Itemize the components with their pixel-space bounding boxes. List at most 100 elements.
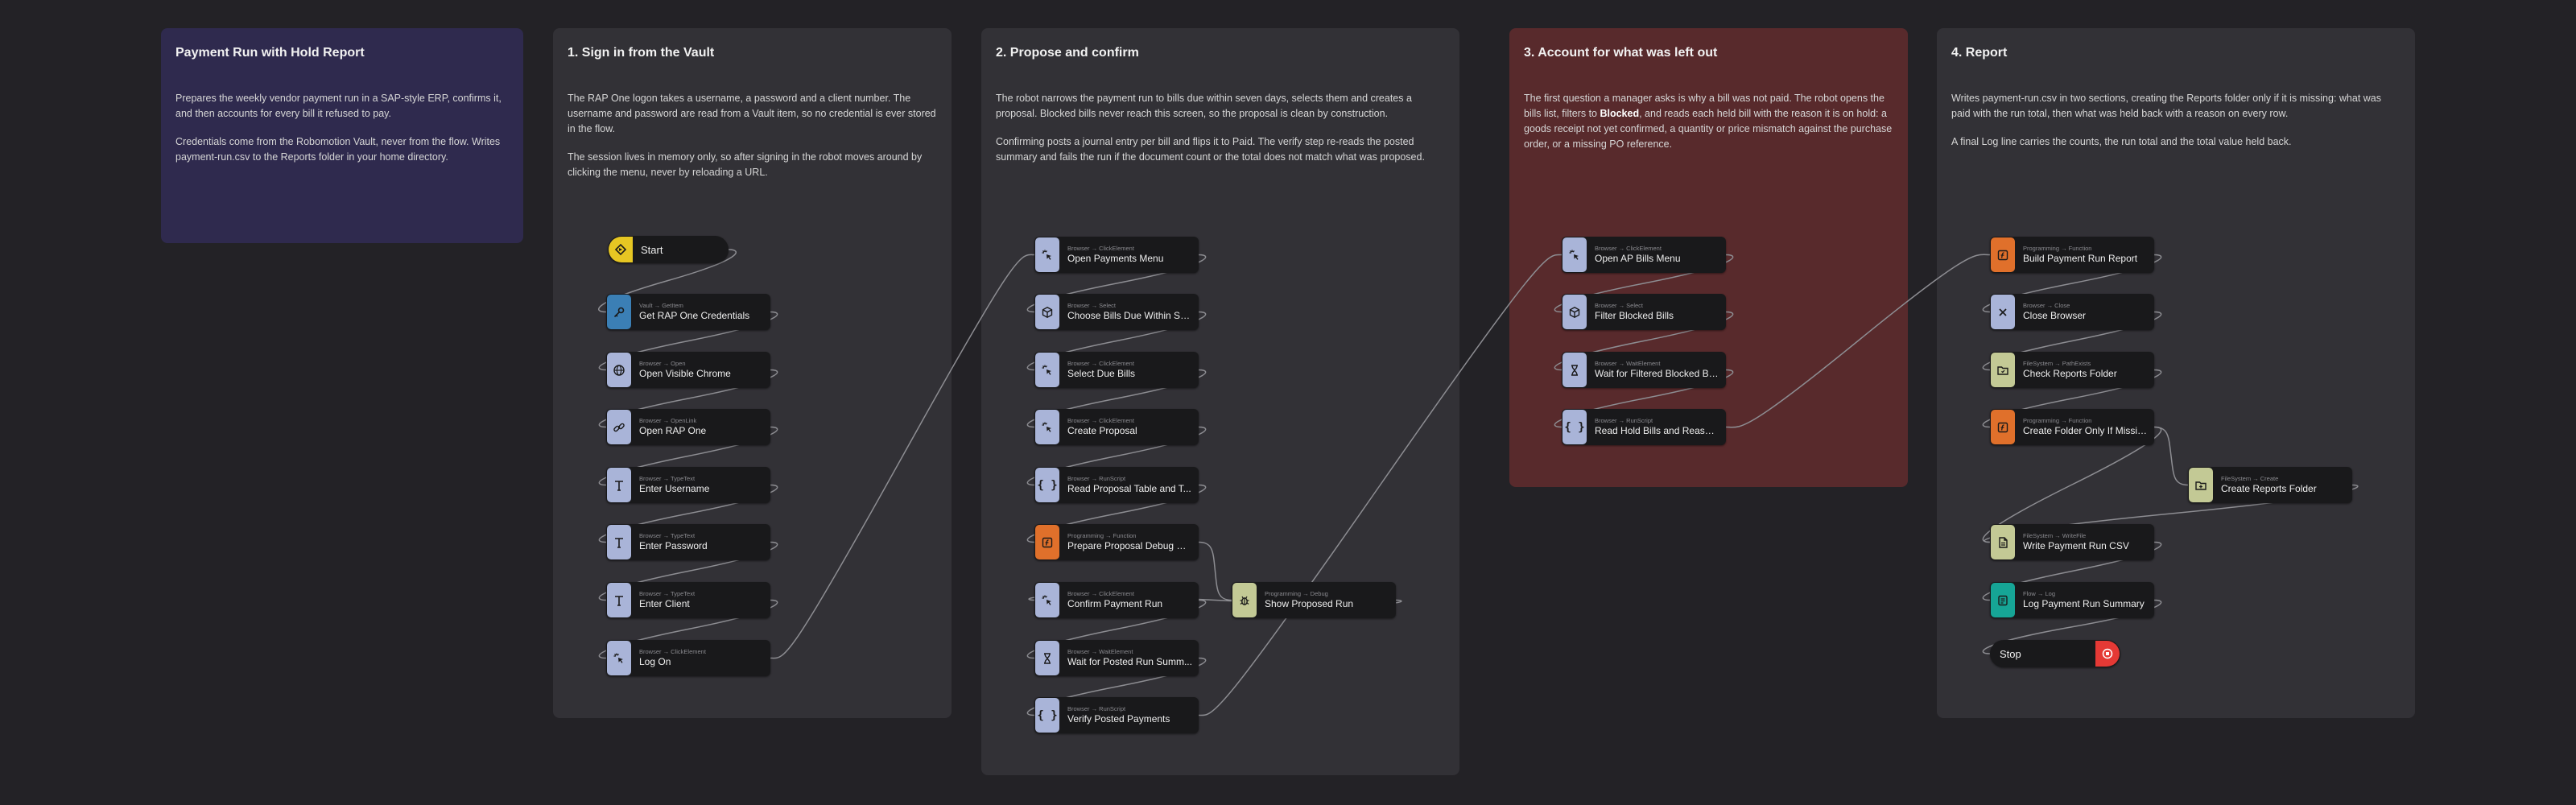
node-select-due-bills[interactable]: Browser → ClickElement Select Due Bills — [1034, 352, 1199, 388]
close-icon — [1991, 295, 2015, 329]
braces-icon: { } — [1563, 410, 1587, 444]
node-title: Enter Password — [639, 540, 708, 551]
node-wait-posted-summary[interactable]: Browser → WaitElement Wait for Posted Run… — [1034, 640, 1199, 676]
node-verify-posted-payments[interactable]: { } Browser → RunScript Verify Posted Pay… — [1034, 697, 1199, 733]
node-prepare-debug-data[interactable]: Programming → Function Prepare Proposal D… — [1034, 524, 1199, 560]
node-create-reports-folder[interactable]: FileSystem → Create Create Reports Folder — [2188, 467, 2352, 503]
node-type: Browser → TypeText — [639, 590, 696, 597]
propose-text-2: Confirming posts a journal entry per bil… — [996, 136, 1425, 163]
node-title: Confirm Payment Run — [1067, 598, 1163, 609]
key-icon — [607, 295, 631, 329]
node-log-summary[interactable]: Flow → Log Log Payment Run Summary — [1990, 582, 2154, 618]
node-type: Browser → RunScript — [1067, 705, 1126, 712]
node-get-credentials[interactable]: Vault → GetItem Get RAP One Credentials — [606, 294, 770, 330]
node-create-proposal[interactable]: Browser → ClickElement Create Proposal — [1034, 409, 1199, 445]
node-title: Enter Username — [639, 483, 710, 494]
node-title: Open Payments Menu — [1067, 253, 1164, 264]
click-icon — [1035, 237, 1059, 272]
sign-in-text-1: The RAP One logon takes a username, a pa… — [568, 93, 936, 134]
node-title: Filter Blocked Bills — [1595, 310, 1674, 321]
node-type: Browser → ClickElement — [1067, 417, 1134, 424]
node-title: Wait for Filtered Blocked Bills — [1595, 368, 1719, 379]
hourglass-icon — [1563, 353, 1587, 387]
node-type: Programming → Function — [2023, 245, 2092, 252]
node-type: Programming → Function — [2023, 417, 2092, 424]
globe-icon — [607, 353, 631, 387]
propose-text-1: The robot narrows the payment run to bil… — [996, 93, 1412, 119]
node-title: Log Payment Run Summary — [2023, 598, 2145, 609]
node-type: Flow → Log — [2023, 590, 2056, 597]
account-text-1: The first question a manager asks is why… — [1524, 91, 1893, 152]
node-build-report[interactable]: Programming → Function Build Payment Run … — [1990, 237, 2154, 273]
folder-plus-icon — [2189, 468, 2213, 502]
node-type: Programming → Function — [1067, 532, 1137, 539]
node-type: Browser → TypeText — [639, 475, 696, 482]
node-open-payments-menu[interactable]: Browser → ClickElement Open Payments Menu — [1034, 237, 1199, 273]
cube-icon — [1563, 295, 1587, 329]
braces-icon: { } — [1035, 468, 1059, 502]
node-choose-bills[interactable]: Browser → Select Choose Bills Due Within … — [1034, 294, 1199, 330]
node-title: Stop — [2000, 647, 2021, 660]
click-icon — [1563, 237, 1587, 272]
node-title: Verify Posted Payments — [1067, 713, 1170, 724]
node-enter-password[interactable]: Browser → TypeText Enter Password — [606, 524, 770, 560]
node-type: Browser → ClickElement — [1595, 245, 1662, 252]
node-enter-client[interactable]: Browser → TypeText Enter Client — [606, 582, 770, 618]
start-icon — [609, 237, 633, 262]
node-type: Vault → GetItem — [639, 302, 683, 309]
intro-title: Payment Run with Hold Report — [175, 46, 365, 60]
node-type: Browser → WaitElement — [1067, 648, 1133, 655]
function-icon — [1991, 237, 2015, 272]
node-title: Check Reports Folder — [2023, 368, 2117, 379]
intro-text-2: Credentials come from the Robomotion Vau… — [175, 136, 501, 163]
function-icon — [1035, 525, 1059, 559]
node-create-folder-if-missing[interactable]: Programming → Function Create Folder Only… — [1990, 409, 2154, 445]
node-type: Browser → RunScript — [1595, 417, 1653, 424]
text-icon — [607, 525, 631, 559]
node-type: Browser → Select — [1067, 302, 1117, 309]
node-type: FileSystem → PathExists — [2023, 360, 2091, 367]
node-stop[interactable]: Stop — [1990, 640, 2120, 667]
node-write-payment-csv[interactable]: FileSystem → WriteFile Write Payment Run … — [1990, 524, 2154, 560]
link-icon — [607, 410, 631, 444]
stop-icon — [2095, 641, 2120, 667]
node-type: Browser → ClickElement — [639, 648, 706, 655]
node-log-on[interactable]: Browser → ClickElement Log On — [606, 640, 770, 676]
node-type: Browser → OpenLink — [639, 417, 697, 424]
node-check-reports-folder[interactable]: FileSystem → PathExists Check Reports Fol… — [1990, 352, 2154, 388]
node-title: Open RAP One — [639, 425, 707, 436]
node-title: Wait for Posted Run Summ... — [1067, 656, 1192, 667]
node-enter-username[interactable]: Browser → TypeText Enter Username — [606, 467, 770, 503]
node-type: FileSystem → WriteFile — [2023, 532, 2087, 539]
node-show-proposed-run[interactable]: Programming → Debug Show Proposed Run — [1232, 582, 1396, 618]
click-icon — [1035, 410, 1059, 444]
node-read-proposal-table[interactable]: { } Browser → RunScript Read Proposal Tab… — [1034, 467, 1199, 503]
node-read-hold-bills[interactable]: { } Browser → RunScript Read Hold Bills a… — [1562, 409, 1726, 445]
node-type: FileSystem → Create — [2221, 475, 2279, 482]
click-icon — [1035, 353, 1059, 387]
node-start[interactable]: Start — [608, 236, 729, 263]
node-title: Build Payment Run Report — [2023, 253, 2138, 264]
node-type: Browser → WaitElement — [1595, 360, 1661, 367]
sign-in-title: 1. Sign in from the Vault — [568, 46, 715, 60]
node-type: Browser → ClickElement — [1067, 590, 1134, 597]
function-icon — [1991, 410, 2015, 444]
intro-panel: Payment Run with Hold Report Prepares th… — [161, 28, 523, 243]
node-title: Open Visible Chrome — [639, 368, 731, 379]
node-filter-blocked-bills[interactable]: Browser → Select Filter Blocked Bills — [1562, 294, 1726, 330]
node-confirm-payment-run[interactable]: Browser → ClickElement Confirm Payment Ru… — [1034, 582, 1199, 618]
node-open-ap-bills-menu[interactable]: Browser → ClickElement Open AP Bills Menu — [1562, 237, 1726, 273]
text-icon — [607, 583, 631, 617]
node-title: Read Proposal Table and T... — [1067, 483, 1191, 494]
click-icon — [1035, 583, 1059, 617]
node-wait-filtered-blocked[interactable]: Browser → WaitElement Wait for Filtered B… — [1562, 352, 1726, 388]
node-type: Browser → RunScript — [1067, 475, 1126, 482]
node-title: Prepare Proposal Debug Data — [1067, 540, 1192, 551]
cube-icon — [1035, 295, 1059, 329]
node-title: Show Proposed Run — [1265, 598, 1354, 609]
node-close-browser[interactable]: Browser → Close Close Browser — [1990, 294, 2154, 330]
bug-icon — [1232, 583, 1257, 617]
node-open-rap-one[interactable]: Browser → OpenLink Open RAP One — [606, 409, 770, 445]
node-title: Enter Client — [639, 598, 690, 609]
node-open-chrome[interactable]: Browser → Open Open Visible Chrome — [606, 352, 770, 388]
